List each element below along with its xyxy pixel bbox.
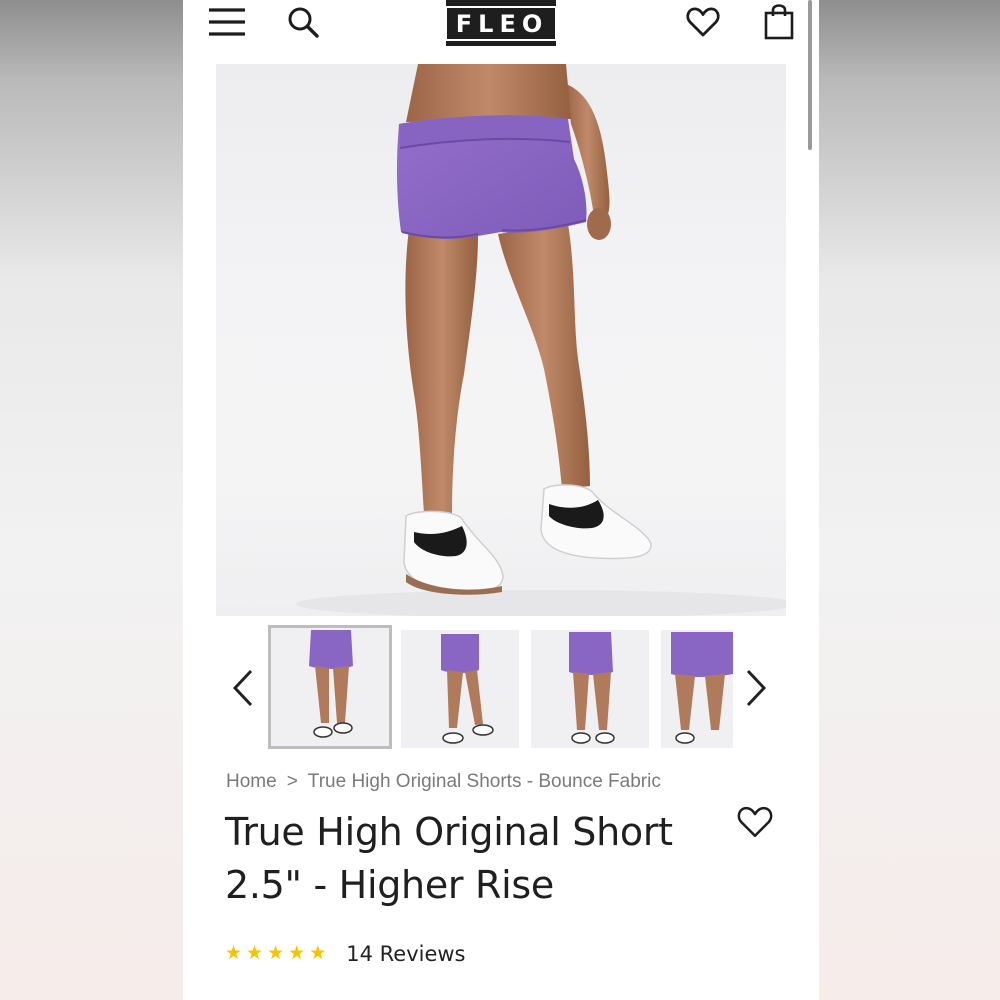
breadcrumb-home[interactable]: Home [226,771,277,793]
brand-logo[interactable]: FLEO [444,0,558,46]
thumbnail-front-close[interactable] [661,630,733,748]
thumbnail-back[interactable] [531,630,649,748]
product-rating[interactable]: ★ ★ ★ ★ ★ 14 Reviews [225,942,466,966]
reviews-link[interactable]: 14 Reviews [346,942,465,966]
star-icon: ★ [309,943,327,964]
chevron-right-icon [746,669,767,707]
gallery-prev-button[interactable] [223,660,263,716]
heart-outline-icon [737,806,773,838]
brand-logo-text: FLEO [444,5,558,41]
wishlist-heart-icon[interactable] [683,2,723,42]
thumbnail-front[interactable] [268,625,392,749]
shopping-bag-icon[interactable] [759,0,799,42]
chevron-left-icon [232,669,253,707]
thumbnail-side[interactable] [401,630,519,748]
breadcrumb-separator: > [286,771,298,792]
star-icon: ★ [288,943,306,964]
star-icon: ★ [267,943,285,964]
search-icon[interactable] [283,2,323,42]
gallery-next-button[interactable] [736,660,776,716]
star-icon: ★ [225,943,243,964]
product-wishlist-button[interactable] [737,806,777,844]
breadcrumb: Home > True High Original Shorts - Bounc… [226,771,661,793]
rating-stars: ★ ★ ★ ★ ★ [225,942,326,966]
breadcrumb-category[interactable]: True High Original Shorts - Bounce Fabri… [308,771,661,793]
page-scrollbar[interactable] [808,0,812,150]
product-title: True High Original Short 2.5" - Higher R… [225,810,673,907]
product-page: FLEO Home > True High Original Shorts - … [183,0,819,1000]
hamburger-menu-icon[interactable] [205,4,249,40]
star-icon: ★ [246,943,264,964]
main-product-image[interactable] [216,64,786,616]
